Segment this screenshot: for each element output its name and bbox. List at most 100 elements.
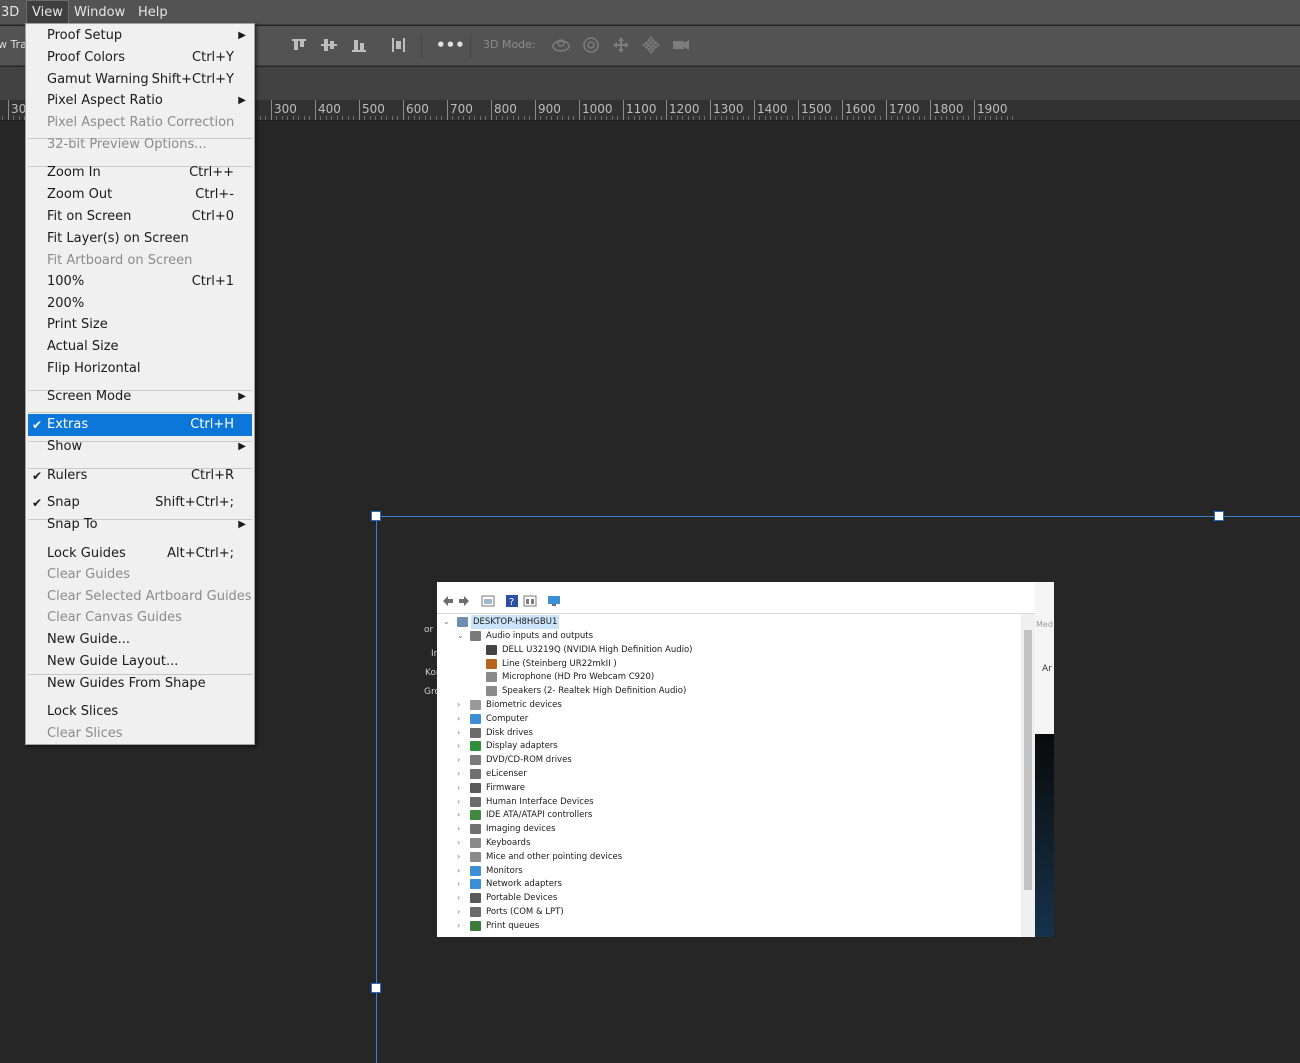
expand-chevron-icon[interactable]: ›	[457, 808, 467, 822]
align-bottom-icon[interactable]	[348, 34, 370, 56]
help-icon[interactable]: ?	[505, 593, 519, 608]
tree-item-label: Audio inputs and outputs	[486, 631, 594, 641]
slide-3d-icon[interactable]	[640, 34, 662, 56]
menu-item-label: Screen Mode	[47, 389, 132, 404]
expand-chevron-icon[interactable]: ›	[457, 919, 467, 933]
ruler-tick-label: 400	[318, 102, 341, 116]
expand-chevron-icon[interactable]: ›	[457, 739, 467, 753]
roll-3d-icon[interactable]	[580, 34, 602, 56]
expand-chevron-icon[interactable]: ›	[457, 864, 467, 878]
expand-chevron-icon[interactable]: ›	[457, 753, 467, 767]
forward-arrow-icon[interactable]	[457, 593, 471, 607]
artboard-handle-top-left[interactable]	[371, 511, 381, 521]
collapse-chevron-icon[interactable]: ⌄	[457, 629, 467, 643]
ruler-minor-tick	[617, 116, 618, 120]
expand-chevron-icon[interactable]: ›	[457, 698, 467, 712]
menu-item-new-guide-layout[interactable]: New Guide Layout...	[28, 651, 252, 673]
ruler-minor-tick	[392, 116, 393, 120]
distribute-icon[interactable]	[387, 34, 409, 56]
ruler-minor-tick	[546, 116, 547, 120]
ruler-minor-tick	[601, 116, 602, 120]
ruler-tick-label: 500	[362, 102, 385, 116]
menu-item-snap-to[interactable]: Snap To ▶	[28, 514, 252, 536]
mouse-icon	[470, 851, 481, 862]
properties-icon[interactable]	[481, 593, 495, 607]
view-icon[interactable]	[523, 593, 537, 607]
expand-chevron-icon[interactable]: ›	[457, 726, 467, 740]
menu-window[interactable]: Window	[69, 0, 130, 25]
ellipsis-icon[interactable]: •••	[436, 34, 465, 56]
ruler-tick-label: 1300	[713, 102, 744, 116]
expand-chevron-icon[interactable]: ›	[457, 850, 467, 864]
microphone-icon	[486, 672, 497, 683]
menu-item-clear-canvas-guides: Clear Canvas Guides	[28, 607, 252, 629]
pan-3d-icon[interactable]	[610, 34, 632, 56]
menu-item-200[interactable]: 200%	[28, 293, 252, 315]
menu-item-fit-on-screen[interactable]: Fit on Screen Ctrl+0	[28, 206, 252, 228]
scrollbar-thumb[interactable]	[1024, 630, 1032, 890]
align-top-icon[interactable]	[288, 34, 310, 56]
ruler-major-tick	[271, 100, 272, 120]
device-tree[interactable]: ⌄ DESKTOP-H8HGBU1 ⌄ Audio inputs and outp…	[437, 614, 1021, 937]
menu-item-fit-layer-s-on-screen[interactable]: Fit Layer(s) on Screen	[28, 228, 252, 250]
firmware-icon	[470, 782, 481, 793]
camera-3d-icon[interactable]	[670, 34, 692, 56]
expand-chevron-icon[interactable]: ›	[457, 822, 467, 836]
ruler-minor-tick	[260, 116, 261, 120]
menu-item-label: New Guide Layout...	[47, 654, 179, 669]
menu-item-lock-guides[interactable]: Lock Guides Alt+Ctrl+;	[28, 543, 252, 565]
menu-item-print-size[interactable]: Print Size	[28, 314, 252, 336]
back-arrow-icon[interactable]	[441, 593, 455, 607]
menu-item-rulers[interactable]: ✔ Rulers Ctrl+R	[28, 465, 252, 487]
menu-item-zoom-in[interactable]: Zoom In Ctrl++	[28, 162, 252, 184]
menu-item-zoom-out[interactable]: Zoom Out Ctrl+-	[28, 184, 252, 206]
menu-item-flip-horizontal[interactable]: Flip Horizontal	[28, 358, 252, 380]
menu-item-new-guide[interactable]: New Guide...	[28, 629, 252, 651]
ruler-minor-tick	[337, 116, 338, 120]
menu-item-100[interactable]: 100% Ctrl+1	[28, 271, 252, 293]
display-adapter-icon	[470, 741, 481, 752]
menu-item-actual-size[interactable]: Actual Size	[28, 336, 252, 358]
menu-help[interactable]: Help	[133, 0, 173, 25]
menu-item-pixel-aspect-ratio[interactable]: Pixel Aspect Ratio ▶	[28, 90, 252, 112]
ruler-minor-tick	[634, 116, 635, 120]
menu-item-snap[interactable]: ✔ Snap Shift+Ctrl+;	[28, 492, 252, 514]
align-vertical-center-icon[interactable]	[318, 34, 340, 56]
menu-item-proof-colors[interactable]: Proof Colors Ctrl+Y	[28, 47, 252, 69]
artboard-handle-left-middle[interactable]	[371, 983, 381, 993]
expand-chevron-icon[interactable]: ›	[457, 712, 467, 726]
menu-item-shortcut: Ctrl+-	[195, 187, 234, 202]
expand-chevron-icon[interactable]: ›	[457, 795, 467, 809]
menu-3d[interactable]: 3D	[0, 0, 24, 25]
side-snippet: Med	[1036, 620, 1053, 629]
device-manager-toolbar: ?	[437, 588, 1035, 614]
expand-chevron-icon[interactable]: ›	[457, 891, 467, 905]
menu-item-label: Zoom Out	[47, 187, 113, 202]
menu-item-screen-mode[interactable]: Screen Mode ▶	[28, 386, 252, 408]
menu-item-proof-setup[interactable]: Proof Setup ▶	[28, 25, 252, 47]
menu-item-show[interactable]: Show ▶	[28, 436, 252, 458]
menu-item-gamut-warning[interactable]: Gamut Warning Shift+Ctrl+Y	[28, 69, 252, 91]
artboard-handle-top-middle[interactable]	[1214, 511, 1224, 521]
ruler-minor-tick	[298, 116, 299, 120]
ruler-minor-tick	[677, 116, 678, 120]
menu-item-lock-slices[interactable]: Lock Slices	[28, 701, 252, 723]
expand-chevron-icon[interactable]: ›	[457, 877, 467, 891]
menu-item-new-guides-from-shape[interactable]: New Guides From Shape	[28, 673, 252, 695]
ruler-minor-tick	[590, 116, 591, 120]
menu-item-shortcut: Ctrl+Y	[192, 50, 234, 65]
expand-chevron-icon[interactable]: ›	[457, 836, 467, 850]
expand-chevron-icon[interactable]: ›	[457, 781, 467, 795]
expand-chevron-icon[interactable]: ›	[457, 905, 467, 919]
scan-hardware-icon[interactable]	[547, 593, 561, 607]
ruler-minor-tick	[682, 116, 683, 120]
ruler-minor-tick	[825, 116, 826, 120]
menu-view[interactable]: View	[26, 0, 69, 25]
ruler-tick-label: 1400	[757, 102, 788, 116]
expand-chevron-icon[interactable]: ›	[457, 767, 467, 781]
ruler-minor-tick	[952, 116, 953, 120]
menu-item-extras[interactable]: ✔ Extras Ctrl+H	[28, 414, 252, 436]
ruler-minor-tick	[858, 116, 859, 120]
orbit-3d-icon[interactable]	[550, 34, 572, 56]
menu-item-shortcut: Alt+Ctrl+;	[167, 546, 234, 561]
